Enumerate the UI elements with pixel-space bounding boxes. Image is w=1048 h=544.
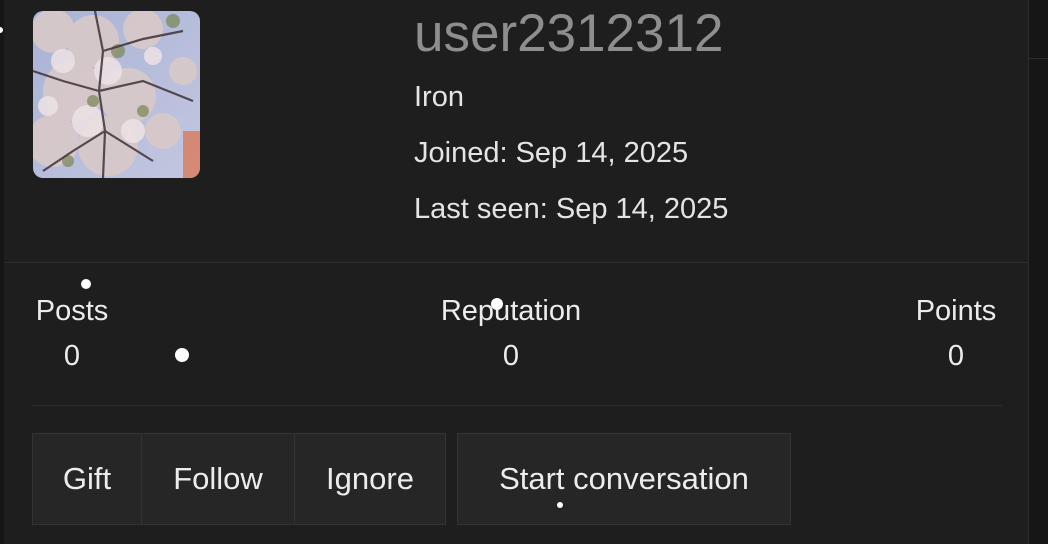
reputation-label: Reputation: [440, 295, 582, 327]
ignore-button[interactable]: Ignore: [295, 433, 446, 525]
section-divider: [4, 262, 1028, 263]
follow-button[interactable]: Follow: [142, 433, 295, 525]
points-value: 0: [947, 340, 965, 372]
posts-label: Posts: [35, 295, 109, 327]
profile-card: user2312312 Iron Joined: Sep 14, 2025 La…: [4, 0, 1029, 544]
stats-divider: [32, 405, 1002, 406]
last-seen-date: Sep 14, 2025: [555, 193, 729, 225]
posts-value: 0: [63, 340, 81, 372]
action-button-group: Gift Follow Ignore: [32, 433, 446, 525]
conversation-button-group: Start conversation: [457, 433, 791, 525]
edge-divider: [1028, 58, 1048, 59]
reputation-value: 0: [502, 340, 520, 372]
gift-button[interactable]: Gift: [32, 433, 142, 525]
avatar[interactable]: [33, 11, 200, 178]
cursor-dot: [557, 502, 563, 508]
start-conversation-button[interactable]: Start conversation: [457, 433, 791, 525]
cursor-dot: [81, 279, 91, 289]
username: user2312312: [414, 4, 724, 63]
points-label: Points: [915, 295, 997, 327]
last-seen-label: Last seen:: [414, 193, 548, 225]
cherry-blossom-photo-icon: [33, 11, 200, 178]
last-seen-info: Last seen: Sep 14, 2025: [414, 192, 728, 226]
cursor-dot: [491, 298, 503, 310]
user-rank: Iron: [414, 81, 464, 113]
stat-points[interactable]: Points 0: [908, 294, 1004, 373]
joined-label: Joined:: [414, 137, 508, 169]
stat-posts[interactable]: Posts 0: [28, 294, 116, 373]
cursor-dot: [0, 27, 3, 33]
page-background: user2312312 Iron Joined: Sep 14, 2025 La…: [0, 0, 1048, 544]
stat-reputation[interactable]: Reputation 0: [424, 294, 598, 373]
joined-date: Sep 14, 2025: [515, 137, 689, 169]
cursor-dot: [175, 348, 189, 362]
joined-info: Joined: Sep 14, 2025: [414, 136, 688, 170]
